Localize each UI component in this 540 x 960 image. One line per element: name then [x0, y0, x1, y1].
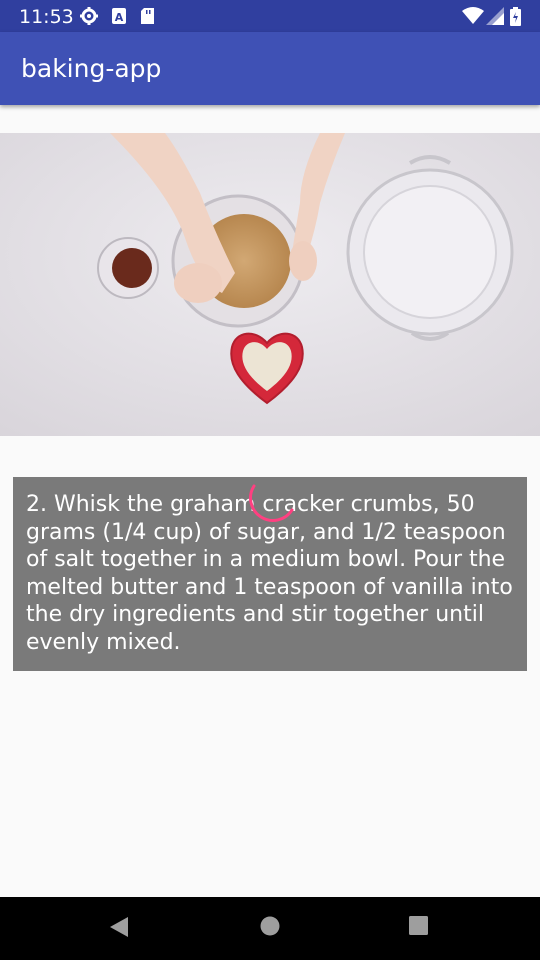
navigation-bar	[0, 897, 540, 960]
svg-text:A: A	[115, 11, 124, 24]
status-time: 11:53	[19, 6, 74, 28]
loading-spinner-icon	[240, 478, 300, 533]
video-player[interactable]	[0, 133, 540, 436]
back-icon[interactable]	[108, 915, 130, 944]
video-frame-image	[0, 133, 540, 436]
gear-icon	[80, 7, 98, 30]
app-bar: baking-app	[0, 32, 540, 105]
home-icon[interactable]	[259, 915, 281, 942]
battery-icon	[510, 7, 521, 31]
recents-icon[interactable]	[408, 915, 430, 942]
app-title: baking-app	[21, 54, 162, 83]
a-notification-icon: A	[111, 7, 127, 30]
status-bar: 11:53 A	[0, 0, 540, 32]
wifi-icon	[462, 7, 484, 30]
cellular-signal-icon	[486, 7, 504, 30]
sd-card-icon	[140, 7, 155, 30]
